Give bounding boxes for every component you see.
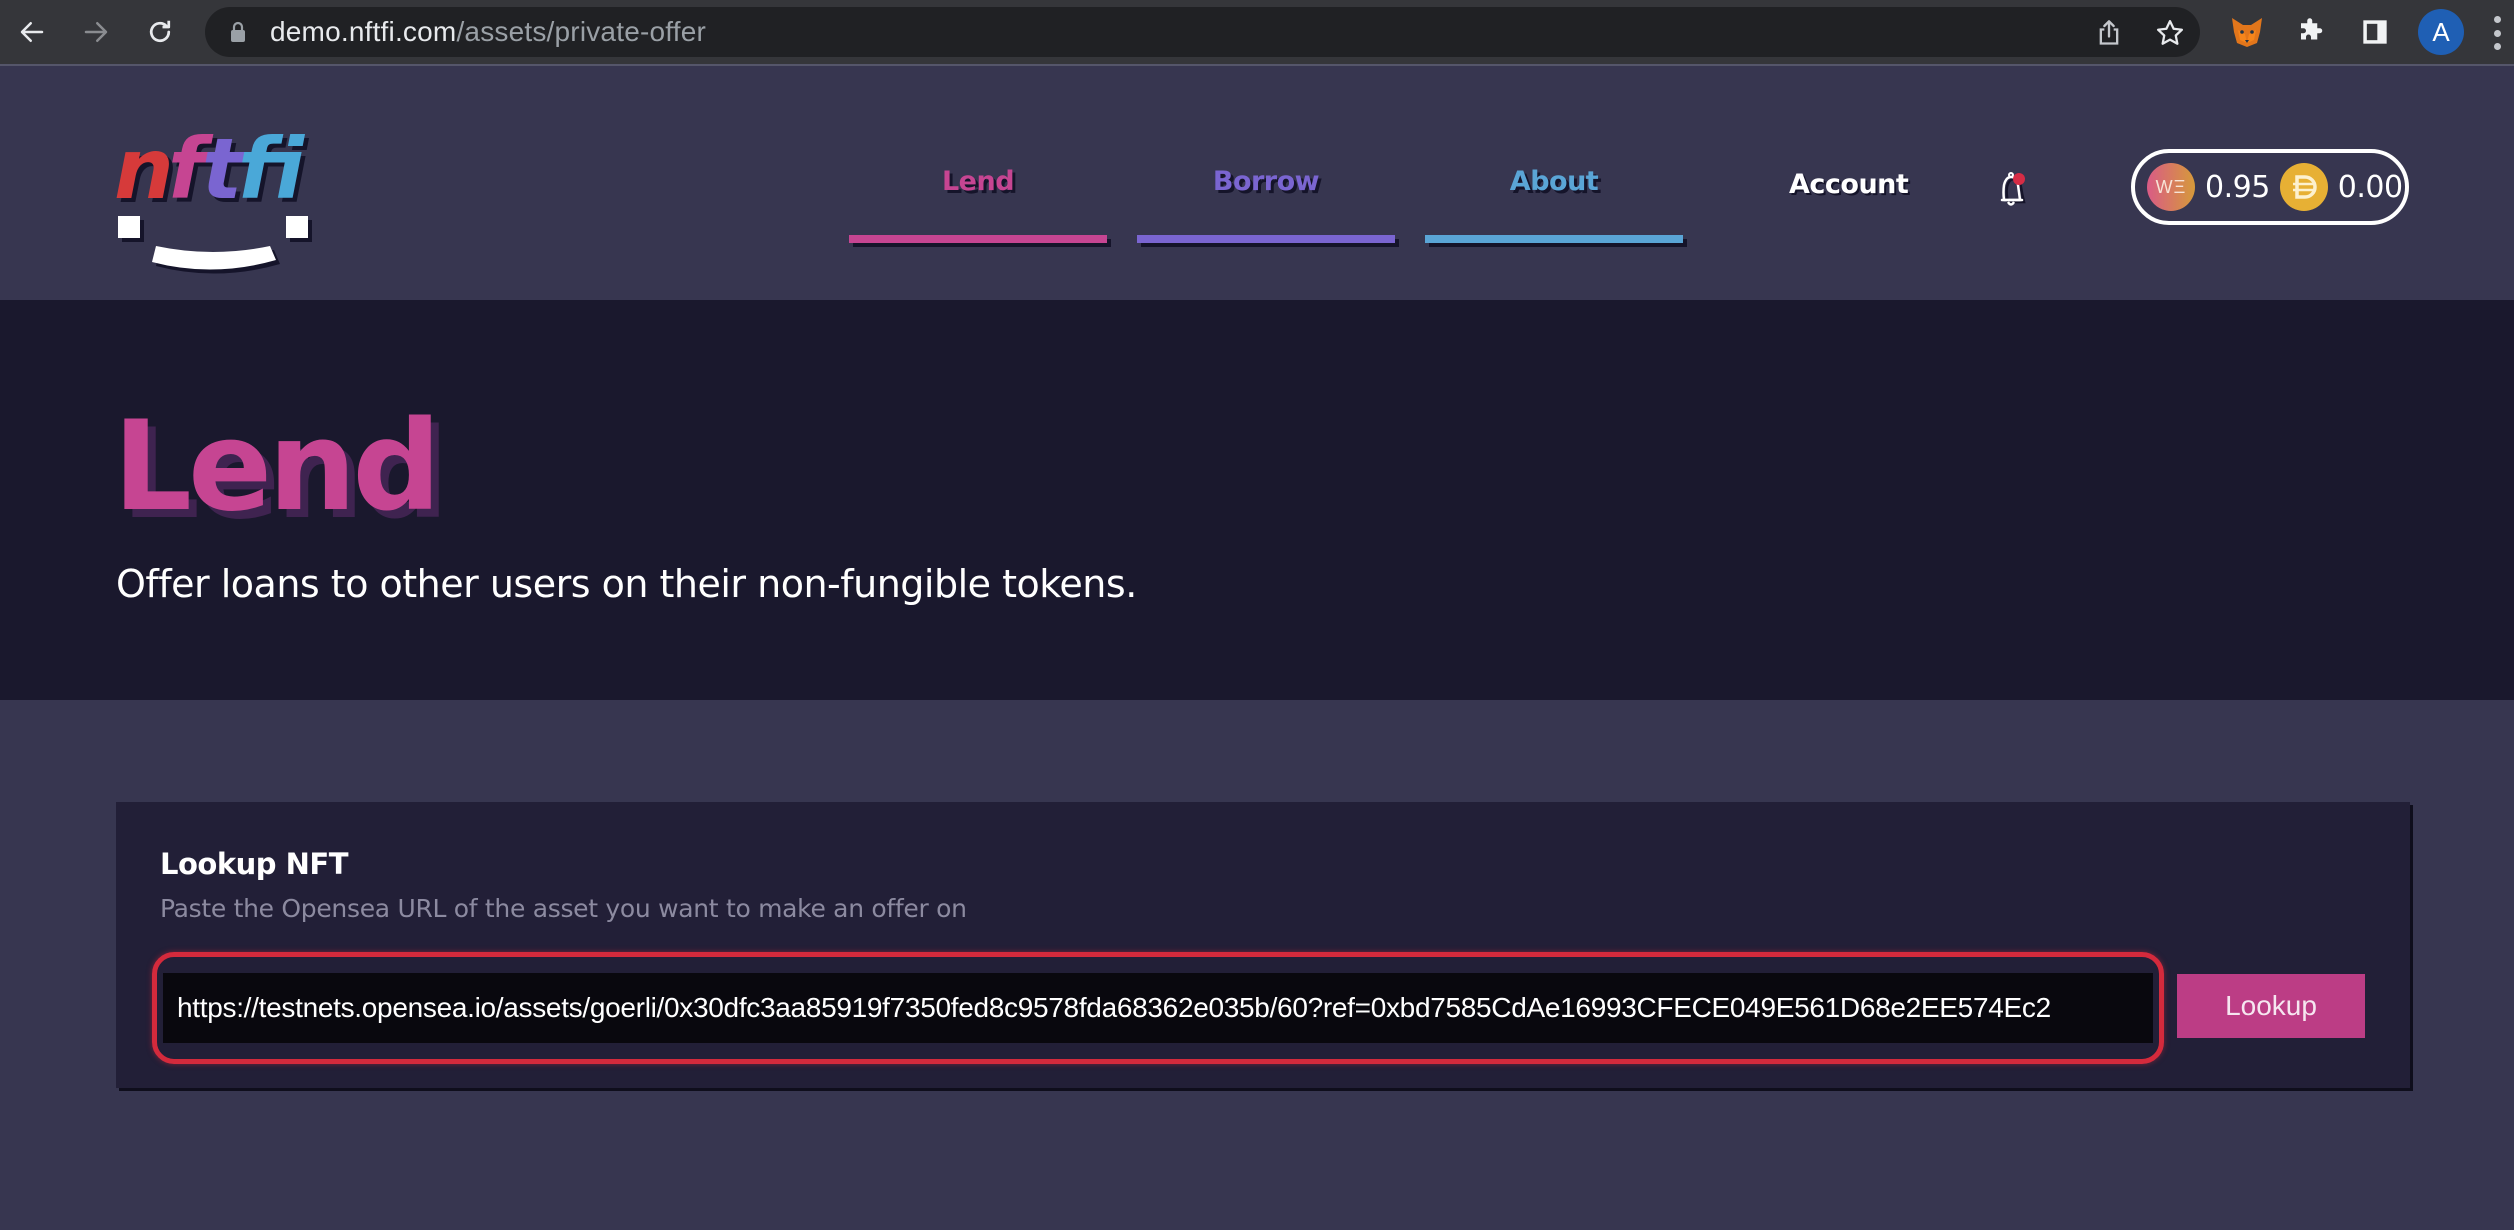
address-bar[interactable]: demo.nftfi.com/assets/private-offer [205, 7, 2200, 57]
url-input-highlight [152, 952, 2164, 1064]
reload-button[interactable] [142, 14, 178, 50]
lookup-button[interactable]: Lookup [2177, 974, 2365, 1038]
nav-borrow-underline [1137, 235, 1395, 243]
lock-icon [231, 21, 245, 42]
address-url[interactable]: demo.nftfi.com/assets/private-offer [270, 17, 706, 47]
dai-coin-icon [2279, 163, 2328, 211]
page-title: Lend [113, 395, 441, 539]
side-panel-button[interactable] [2356, 13, 2394, 51]
hero-banner: Lend Offer loans to other users on their… [0, 300, 2514, 700]
weth-coin-icon: WΞ [2147, 163, 2195, 211]
notification-bell-icon[interactable] [1994, 170, 2030, 210]
svg-text:fi: fi [238, 120, 306, 218]
forward-icon [84, 22, 108, 42]
forward-button[interactable] [78, 14, 114, 50]
notification-dot [2013, 173, 2025, 185]
profile-avatar[interactable]: A [2418, 9, 2464, 55]
nav-borrow-label: Borrow [1212, 166, 1320, 197]
lookup-description: Paste the Opensea URL of the asset you w… [160, 894, 967, 923]
nav-lend[interactable]: Lend [849, 68, 1107, 300]
svg-text:n: n [114, 120, 174, 218]
account-link[interactable]: Account [1789, 169, 1909, 200]
nftfi-logo[interactable]: n n f f t t fi fi [112, 116, 324, 276]
reload-icon [149, 20, 171, 43]
kebab-menu-icon[interactable] [2492, 16, 2502, 50]
nav-about-underline [1425, 235, 1683, 243]
dai-balance: 0.00 [2337, 169, 2403, 205]
star-icon[interactable] [2155, 18, 2185, 48]
nav-lend-label: Lend [941, 166, 1015, 197]
site-header: n n f f t t fi fi Lend Borrow About Acco… [0, 68, 2514, 300]
share-icon[interactable] [2095, 19, 2123, 47]
extensions-button[interactable] [2292, 13, 2330, 51]
weth-balance: 0.95 [2205, 169, 2270, 205]
wallet-balance-pill[interactable]: WΞ 0.95 0.00 [2131, 149, 2409, 225]
opensea-url-input[interactable] [163, 973, 2153, 1043]
extensions-puzzle-icon [2301, 18, 2323, 40]
side-panel-icon [2363, 20, 2387, 44]
lookup-nft-card: Lookup NFT Paste the Opensea URL of the … [116, 802, 2410, 1088]
nav-about-label: About [1509, 166, 1599, 197]
lookup-title: Lookup NFT [160, 847, 348, 881]
browser-toolbar: demo.nftfi.com/assets/private-offer A [0, 0, 2514, 66]
nav-borrow[interactable]: Borrow [1137, 68, 1395, 300]
metamask-fox-icon [2232, 18, 2262, 47]
back-icon [20, 22, 44, 42]
url-path: /assets/private-offer [456, 16, 707, 47]
url-host: demo.nftfi.com [270, 16, 457, 47]
page-subtitle: Offer loans to other users on their non-… [116, 562, 1137, 606]
metamask-extension-button[interactable] [2228, 13, 2266, 51]
back-button[interactable] [14, 14, 50, 50]
nav-about[interactable]: About [1425, 68, 1683, 300]
nav-lend-underline [849, 235, 1107, 243]
